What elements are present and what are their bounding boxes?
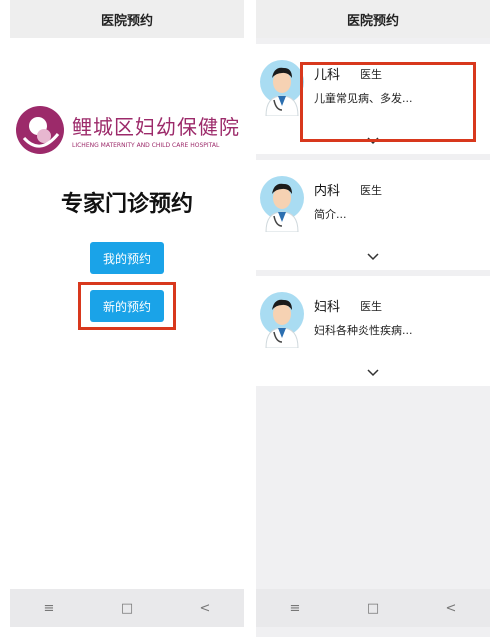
department-card[interactable]: 妇科 医生 妇科各种炎性疾病... <box>256 276 490 386</box>
left-system-nav-bar: ≡ □ < <box>10 589 244 627</box>
hospital-name-en: LICHENG MATERNITY AND CHILD CARE HOSPITA… <box>72 142 220 149</box>
highlight-box-pediatrics <box>300 62 476 142</box>
left-phone-screen: 医院预约 鲤城区妇幼保健院 LICHENG MATERNITY AND CHIL… <box>10 0 244 637</box>
menu-icon[interactable]: ≡ <box>275 601 315 616</box>
home-icon[interactable]: □ <box>353 601 393 616</box>
my-appointments-button[interactable]: 我的预约 <box>90 242 164 274</box>
doctor-label: 医生 <box>360 300 382 313</box>
hospital-logo: 鲤城区妇幼保健院 LICHENG MATERNITY AND CHILD CAR… <box>14 100 242 160</box>
department-name: 妇科 <box>314 300 341 315</box>
hospital-name-cn: 鲤城区妇幼保健院 <box>72 115 240 139</box>
chevron-down-icon[interactable] <box>366 366 380 380</box>
home-icon[interactable]: □ <box>107 601 147 616</box>
doctor-avatar-icon <box>260 60 304 116</box>
department-card[interactable]: 内科 医生 简介... <box>256 160 490 270</box>
right-phone-screen: 医院预约 儿科 医生 儿童常见病、多发... 内科 医生 简介... 妇科 医生… <box>256 0 490 637</box>
doctor-avatar-icon <box>260 176 304 232</box>
back-icon[interactable]: < <box>431 601 471 616</box>
back-icon[interactable]: < <box>185 601 225 616</box>
doctor-avatar-icon <box>260 292 304 348</box>
expert-clinic-heading: 专家门诊预约 <box>60 192 193 217</box>
menu-icon[interactable]: ≡ <box>29 601 69 616</box>
right-title-bar: 医院预约 <box>256 0 490 38</box>
department-description: 简介... <box>314 208 347 221</box>
highlight-box-new-appointment <box>78 282 176 330</box>
hospital-logo-icon <box>16 106 64 154</box>
doctor-label: 医生 <box>360 184 382 197</box>
left-page-title: 医院预约 <box>100 13 153 29</box>
department-name: 内科 <box>314 184 341 199</box>
right-page-title: 医院预约 <box>346 13 399 29</box>
right-system-nav-bar: ≡ □ < <box>256 589 490 627</box>
left-title-bar: 医院预约 <box>10 0 244 38</box>
department-description: 妇科各种炎性疾病... <box>314 324 413 337</box>
chevron-down-icon[interactable] <box>366 250 380 264</box>
